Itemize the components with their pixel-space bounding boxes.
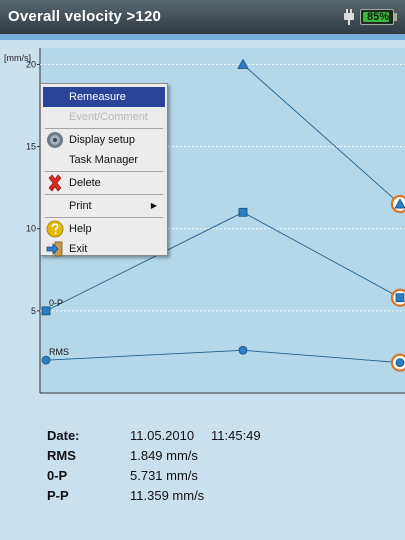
y-tick-labels: 5 10 15 20 xyxy=(26,59,36,315)
menu-separator xyxy=(45,128,163,129)
reading-key: P-P xyxy=(47,488,69,503)
menu-item-label: Delete xyxy=(69,177,101,189)
submenu-arrow-icon: ▶ xyxy=(150,201,157,210)
data-point-circle[interactable] xyxy=(41,355,51,365)
menu-item-exit[interactable]: Exit xyxy=(43,239,165,259)
reading-value: 1.849 mm/s xyxy=(130,448,198,463)
delete-x-icon xyxy=(48,174,62,192)
menu-item-label: Task Manager xyxy=(69,154,139,166)
power-plug-icon xyxy=(344,9,354,25)
y-tick-label: 5 xyxy=(31,306,36,316)
exit-arrow-icon xyxy=(46,241,63,257)
menu-item-event-comment: Event/Comment xyxy=(43,107,165,127)
series-label: 0-P xyxy=(49,298,63,308)
menu-separator xyxy=(45,194,163,195)
reading-value: 11.359 mm/s xyxy=(130,488,205,503)
data-point-square[interactable] xyxy=(238,207,248,217)
battery-body: 85% xyxy=(360,9,394,25)
reading-key: Date: xyxy=(47,428,80,443)
series-label: RMS xyxy=(49,347,69,357)
menu-item-label: Help xyxy=(69,223,92,235)
data-point-circle[interactable] xyxy=(238,345,248,355)
settings-disc-icon xyxy=(47,132,63,148)
menu-item-label: Event/Comment xyxy=(69,111,148,123)
y-tick-label: 15 xyxy=(26,142,36,152)
menu-item-delete[interactable]: Delete xyxy=(43,173,165,193)
menu-item-label: Remeasure xyxy=(69,91,126,103)
menu-item-label: Exit xyxy=(69,243,88,255)
menu-item-help[interactable]: Help xyxy=(43,219,165,239)
data-point-square[interactable] xyxy=(41,306,51,316)
y-tick-label: 20 xyxy=(26,59,36,69)
screen-title: Overall velocity >120 xyxy=(8,8,162,25)
data-point-circle[interactable] xyxy=(395,358,405,368)
battery-indicator: 85% xyxy=(360,9,398,25)
menu-separator xyxy=(45,217,163,218)
menu-separator xyxy=(45,171,163,172)
reading-value: 5.731 mm/s xyxy=(130,468,198,483)
battery-tip xyxy=(394,13,397,21)
data-point-square[interactable] xyxy=(395,293,405,303)
battery-percent: 85% xyxy=(366,11,390,23)
menu-item-label: Print xyxy=(69,200,92,212)
reading-time: 11:45:49 xyxy=(211,428,261,443)
help-icon xyxy=(46,220,64,238)
menu-item-remeasure[interactable]: Remeasure xyxy=(43,87,165,107)
reading-key: RMS xyxy=(47,448,76,463)
menu-item-print[interactable]: Print ▶ xyxy=(43,196,165,216)
reading-key: 0-P xyxy=(47,468,68,483)
menu-item-task-manager[interactable]: Task Manager xyxy=(43,150,165,170)
context-menu[interactable]: Remeasure Event/Comment Display setup Ta… xyxy=(40,83,168,259)
title-bar: Overall velocity >120 85% xyxy=(0,0,405,34)
y-tick-label: 10 xyxy=(26,224,36,234)
menu-item-label: Display setup xyxy=(69,134,136,146)
menu-item-display-setup[interactable]: Display setup xyxy=(43,130,165,150)
reading-value: 11.05.2010 xyxy=(130,428,195,443)
